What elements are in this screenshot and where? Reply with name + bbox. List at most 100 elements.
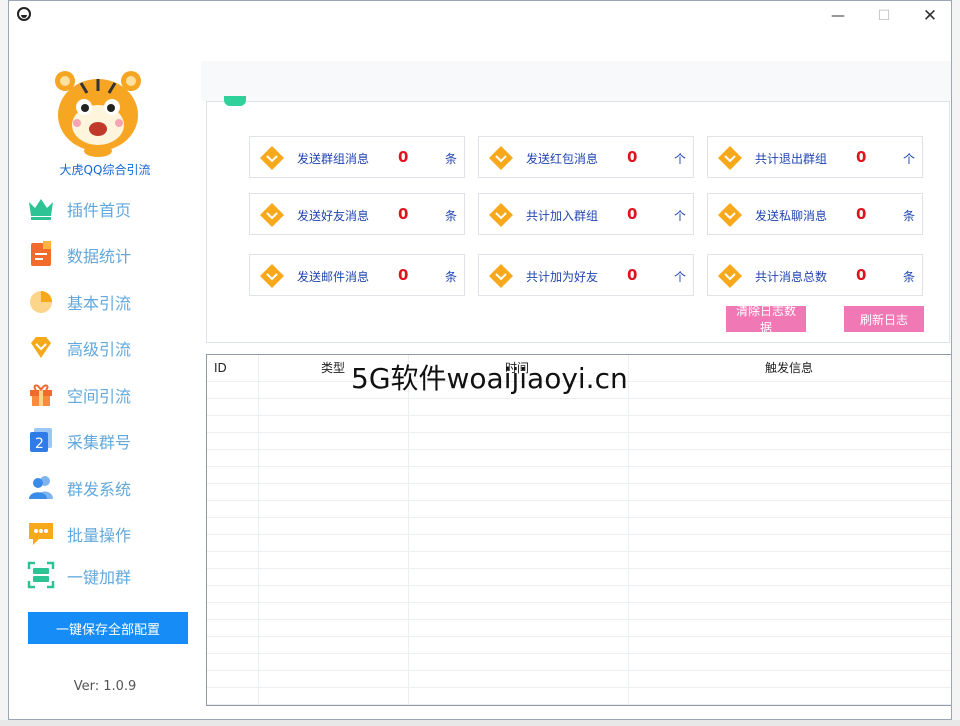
stat-card: 发送邮件消息 0 条 <box>249 254 465 296</box>
stat-unit: 条 <box>445 209 458 223</box>
table-row-line <box>207 432 951 433</box>
diamond-icon <box>718 203 742 227</box>
nav-label: 批量操作 <box>67 526 132 545</box>
tiger-logo <box>51 63 145 157</box>
table-row-line <box>207 619 951 620</box>
stat-card: 发送好友消息 0 条 <box>249 193 465 235</box>
app-window: — ☐ ✕ 大虎QQ综合引流 插件首页 数据统计 基本引流 高级引流 空间引流 … <box>8 0 952 720</box>
panel-tab-marker <box>224 96 246 106</box>
stat-label: 共计加入群组 <box>526 209 599 223</box>
scan-icon <box>27 561 55 589</box>
refresh-log-button[interactable]: 刷新日志 <box>844 306 924 332</box>
nav-item-collect-groups[interactable]: 2 采集群号 <box>25 422 195 458</box>
diamond-icon <box>489 264 513 288</box>
nav-item-home[interactable]: 插件首页 <box>25 190 195 226</box>
table-row-line <box>207 415 951 416</box>
nav-label: 群发系统 <box>67 480 132 499</box>
diamond-icon <box>489 146 513 170</box>
table-row-line <box>207 585 951 586</box>
minimize-icon: — <box>831 8 845 24</box>
stat-label: 共计消息总数 <box>755 270 828 284</box>
diamond-icon <box>260 264 284 288</box>
stat-value: 0 <box>856 205 867 223</box>
users-icon <box>29 476 53 499</box>
stat-card: 共计消息总数 0 条 <box>707 254 923 296</box>
log-table[interactable]: ID 类型 时间 触发信息 <box>206 354 951 706</box>
table-row-line <box>207 449 951 450</box>
stat-unit: 条 <box>445 270 458 284</box>
table-row-line <box>207 687 951 688</box>
number-badge-icon: 2 <box>30 428 52 452</box>
table-row-line <box>207 602 951 603</box>
maximize-icon: ☐ <box>877 8 891 24</box>
crown-icon <box>29 199 53 220</box>
table-row-line <box>207 534 951 535</box>
table-column-line <box>408 355 409 705</box>
stat-unit: 个 <box>674 270 687 284</box>
table-row-line <box>207 517 951 518</box>
desktop-background-left <box>0 0 8 726</box>
column-header-trigger-info[interactable]: 触发信息 <box>765 355 813 381</box>
close-icon: ✕ <box>922 6 938 26</box>
stat-label: 发送好友消息 <box>297 209 370 223</box>
table-row-line <box>207 704 951 705</box>
gift-icon <box>30 384 52 406</box>
minimize-button[interactable]: — <box>815 1 861 31</box>
nav-label: 空间引流 <box>67 387 132 406</box>
save-all-config-button[interactable]: 一键保存全部配置 <box>28 612 188 644</box>
stats-panel: 发送群组消息 0 条发送红包消息 0 个共计退出群组 0 个发送好友消息 0 条共计加入群组 0 个… <box>206 96 950 343</box>
stat-value: 0 <box>627 148 638 166</box>
stat-unit: 条 <box>903 270 916 284</box>
stat-value: 0 <box>398 266 409 284</box>
table-row-line <box>207 398 951 399</box>
main-content: 发送群组消息 0 条发送红包消息 0 个共计退出群组 0 个发送好友消息 0 条共计加入群组 0 个… <box>201 31 951 719</box>
sidebar: 大虎QQ综合引流 插件首页 数据统计 基本引流 高级引流 空间引流 2 采集群号 <box>9 31 201 719</box>
nav-item-mass-send[interactable]: 群发系统 <box>25 469 195 505</box>
table-row-line <box>207 653 951 654</box>
nav-item-advanced-traffic[interactable]: 高级引流 <box>25 329 195 365</box>
document-icon <box>31 241 51 266</box>
diamond-icon <box>718 146 742 170</box>
stat-label: 共计加为好友 <box>526 270 599 284</box>
title-bar: — ☐ ✕ <box>9 1 951 31</box>
stat-card: 发送群组消息 0 条 <box>249 136 465 178</box>
table-row-line <box>207 568 951 569</box>
stat-unit: 条 <box>903 209 916 223</box>
table-row-line <box>207 500 951 501</box>
pie-chart-icon <box>30 291 52 313</box>
stat-unit: 个 <box>674 152 687 166</box>
stat-label: 发送邮件消息 <box>297 270 370 284</box>
header-band <box>201 61 951 101</box>
stat-card: 共计退出群组 0 个 <box>707 136 923 178</box>
clear-log-button[interactable]: 清除日志数据 <box>726 304 806 335</box>
stat-value: 0 <box>627 266 638 284</box>
diamond-icon <box>718 264 742 288</box>
svg-text:2: 2 <box>35 436 44 452</box>
nav-label: 一键加群 <box>67 568 132 587</box>
chat-icon <box>29 523 53 545</box>
stat-card: 发送私聊消息 0 条 <box>707 193 923 235</box>
table-column-line <box>258 355 259 705</box>
stat-label: 发送私聊消息 <box>755 209 828 223</box>
close-button[interactable]: ✕ <box>907 1 951 31</box>
nav-item-space-traffic[interactable]: 空间引流 <box>25 376 195 412</box>
table-row-line <box>207 551 951 552</box>
nav-item-basic-traffic[interactable]: 基本引流 <box>25 283 195 319</box>
app-icon <box>17 7 31 21</box>
nav-label: 插件首页 <box>67 201 132 220</box>
nav-item-one-click-join[interactable]: 一键加群 <box>25 557 195 593</box>
column-header-type[interactable]: 类型 <box>321 355 345 381</box>
nav-item-statistics[interactable]: 数据统计 <box>25 236 195 272</box>
table-row-line <box>207 466 951 467</box>
diamond-icon <box>260 203 284 227</box>
stat-unit: 条 <box>445 152 458 166</box>
nav-label: 高级引流 <box>67 340 132 359</box>
table-column-line <box>628 355 629 705</box>
stat-card: 共计加入群组 0 个 <box>478 193 694 235</box>
stat-value: 0 <box>856 148 867 166</box>
maximize-button[interactable]: ☐ <box>861 1 907 31</box>
stat-value: 0 <box>398 148 409 166</box>
column-header-id[interactable]: ID <box>214 355 227 381</box>
nav-item-batch-ops[interactable]: 批量操作 <box>25 515 195 551</box>
stat-label: 共计退出群组 <box>755 152 828 166</box>
